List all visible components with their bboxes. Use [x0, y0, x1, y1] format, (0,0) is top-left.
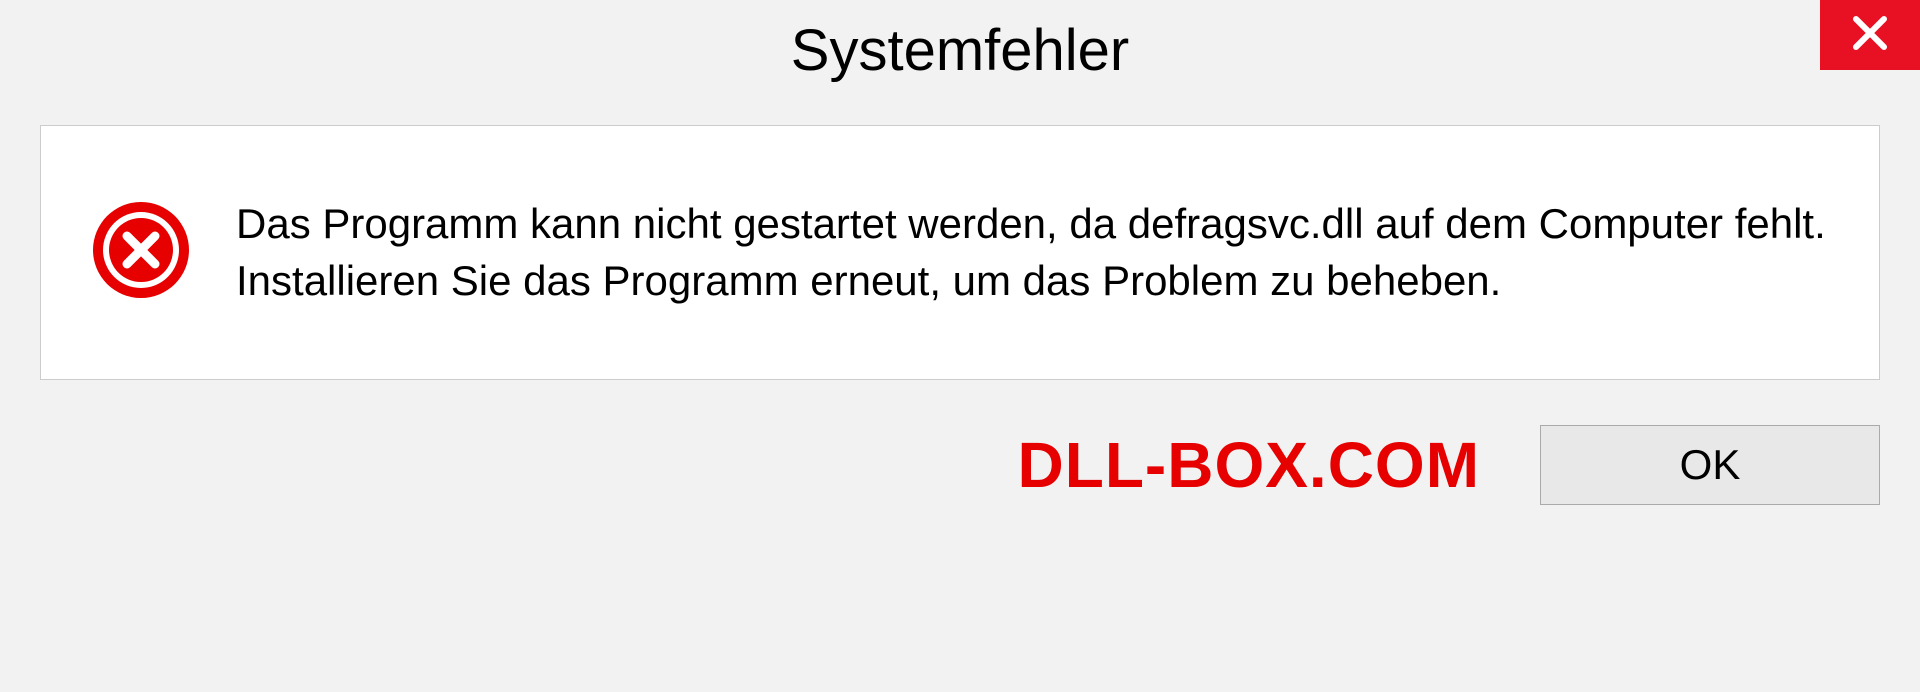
error-dialog: Systemfehler Das Programm kann nicht ges… [0, 0, 1920, 692]
ok-button[interactable]: OK [1540, 425, 1880, 505]
title-bar: Systemfehler [0, 0, 1920, 100]
content-area: Das Programm kann nicht gestartet werden… [40, 125, 1880, 380]
dialog-title: Systemfehler [791, 17, 1129, 84]
dialog-footer: DLL-BOX.COM OK [0, 410, 1920, 535]
watermark-text: DLL-BOX.COM [1018, 428, 1481, 502]
error-message: Das Programm kann nicht gestartet werden… [236, 196, 1829, 309]
error-icon [91, 200, 191, 305]
close-button[interactable] [1820, 0, 1920, 70]
close-icon [1850, 13, 1890, 58]
